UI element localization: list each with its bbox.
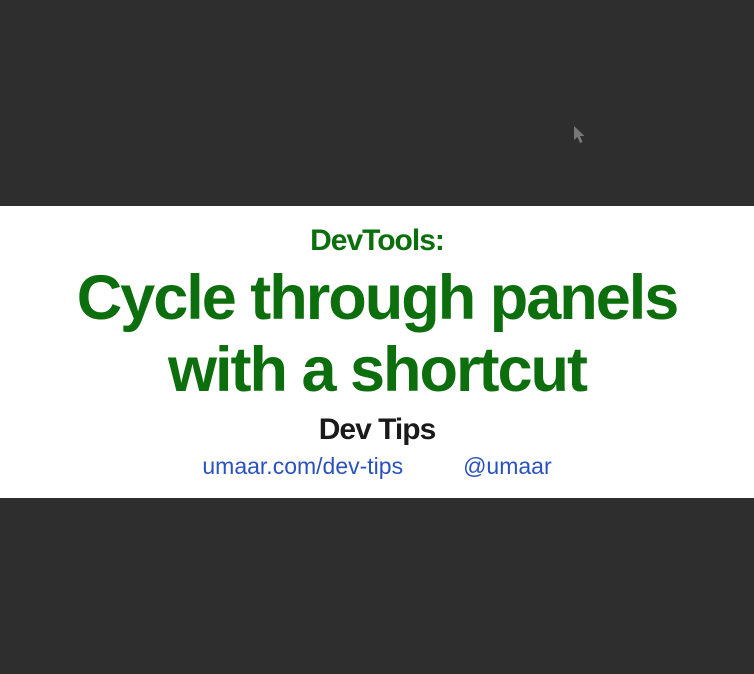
cursor-icon [574, 126, 588, 144]
main-title: Cycle through panels with a shortcut [20, 262, 734, 407]
title-card: DevTools: Cycle through panels with a sh… [0, 206, 754, 498]
twitter-link[interactable]: @umaar [463, 453, 552, 480]
category-label: DevTools: [20, 224, 734, 258]
links-row: umaar.com/dev-tips @umaar [20, 453, 734, 480]
series-name: Dev Tips [20, 413, 734, 447]
website-link[interactable]: umaar.com/dev-tips [202, 453, 403, 480]
